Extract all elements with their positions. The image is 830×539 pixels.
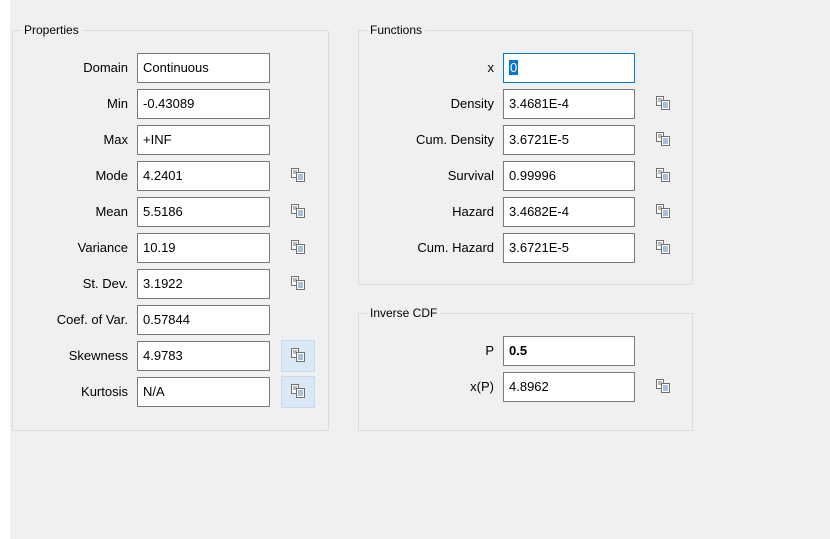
cum-density-value: 3.6721E-5 xyxy=(509,132,569,147)
copy-icon xyxy=(655,131,671,150)
density-value: 3.4681E-4 xyxy=(509,96,569,111)
copy-icon xyxy=(655,378,671,397)
hazard-copy-button[interactable] xyxy=(646,196,680,228)
p-value: 0.5 xyxy=(509,343,528,358)
x-value: 0 xyxy=(509,60,519,75)
functions-row-cum-hazard: Cum. Hazard 3.6721E-5 xyxy=(0,233,830,263)
coef-of-var-field[interactable]: 0.57844 xyxy=(137,305,270,335)
x-p-field[interactable]: 4.8962 xyxy=(503,372,635,402)
properties-row-st-dev: St. Dev. 3.1922 xyxy=(0,269,830,299)
coef-of-var-value: 0.57844 xyxy=(143,312,190,327)
coef-of-var-label: Coef. of Var. xyxy=(56,312,128,327)
cum-density-copy-button[interactable] xyxy=(646,124,680,156)
survival-copy-button[interactable] xyxy=(646,160,680,192)
copy-icon xyxy=(655,95,671,114)
cum-density-field[interactable]: 3.6721E-5 xyxy=(503,125,635,155)
copy-icon xyxy=(655,167,671,186)
functions-row-density: Density 3.4681E-4 xyxy=(0,89,830,119)
copy-icon xyxy=(655,239,671,258)
st-dev-label: St. Dev. xyxy=(82,276,128,291)
hazard-value: 3.4682E-4 xyxy=(509,204,569,219)
functions-row-x: x0 xyxy=(0,53,830,83)
properties-group-title: Properties xyxy=(21,23,82,38)
density-field[interactable]: 3.4681E-4 xyxy=(503,89,635,119)
hazard-label: Hazard xyxy=(452,204,494,219)
inverse-cdf-row-x-p: x(P) 4.8962 xyxy=(0,372,830,402)
x-label: x xyxy=(487,60,495,75)
properties-row-coef-of-var: Coef. of Var. 0.57844 xyxy=(0,305,830,335)
survival-label: Survival xyxy=(447,168,494,183)
x-field[interactable]: 0 xyxy=(503,53,635,83)
st-dev-value: 3.1922 xyxy=(143,276,183,291)
functions-group-title: Functions xyxy=(367,23,426,38)
cum-hazard-field[interactable]: 3.6721E-5 xyxy=(503,233,635,263)
x-p-label: x(P) xyxy=(470,379,494,394)
p-label: P xyxy=(485,343,494,358)
cum-density-label: Cum. Density xyxy=(415,132,494,147)
x-p-copy-button[interactable] xyxy=(646,371,680,403)
functions-row-survival: Survival 0.99996 xyxy=(0,161,830,191)
hazard-field[interactable]: 3.4682E-4 xyxy=(503,197,635,227)
functions-row-cum-density: Cum. Density 3.6721E-5 xyxy=(0,125,830,155)
inverse-cdf-row-p: P 0.5 xyxy=(0,336,830,366)
st-dev-copy-button[interactable] xyxy=(281,268,315,300)
st-dev-field[interactable]: 3.1922 xyxy=(137,269,270,299)
survival-value: 0.99996 xyxy=(509,168,556,183)
functions-row-hazard: Hazard 3.4682E-4 xyxy=(0,197,830,227)
cum-hazard-copy-button[interactable] xyxy=(646,232,680,264)
survival-field[interactable]: 0.99996 xyxy=(503,161,635,191)
copy-icon xyxy=(290,275,306,294)
density-label: Density xyxy=(450,96,494,111)
density-copy-button[interactable] xyxy=(646,88,680,120)
cum-hazard-value: 3.6721E-5 xyxy=(509,240,569,255)
p-field[interactable]: 0.5 xyxy=(503,336,635,366)
copy-icon xyxy=(655,203,671,222)
x-p-value: 4.8962 xyxy=(509,379,549,394)
cum-hazard-label: Cum. Hazard xyxy=(417,240,494,255)
